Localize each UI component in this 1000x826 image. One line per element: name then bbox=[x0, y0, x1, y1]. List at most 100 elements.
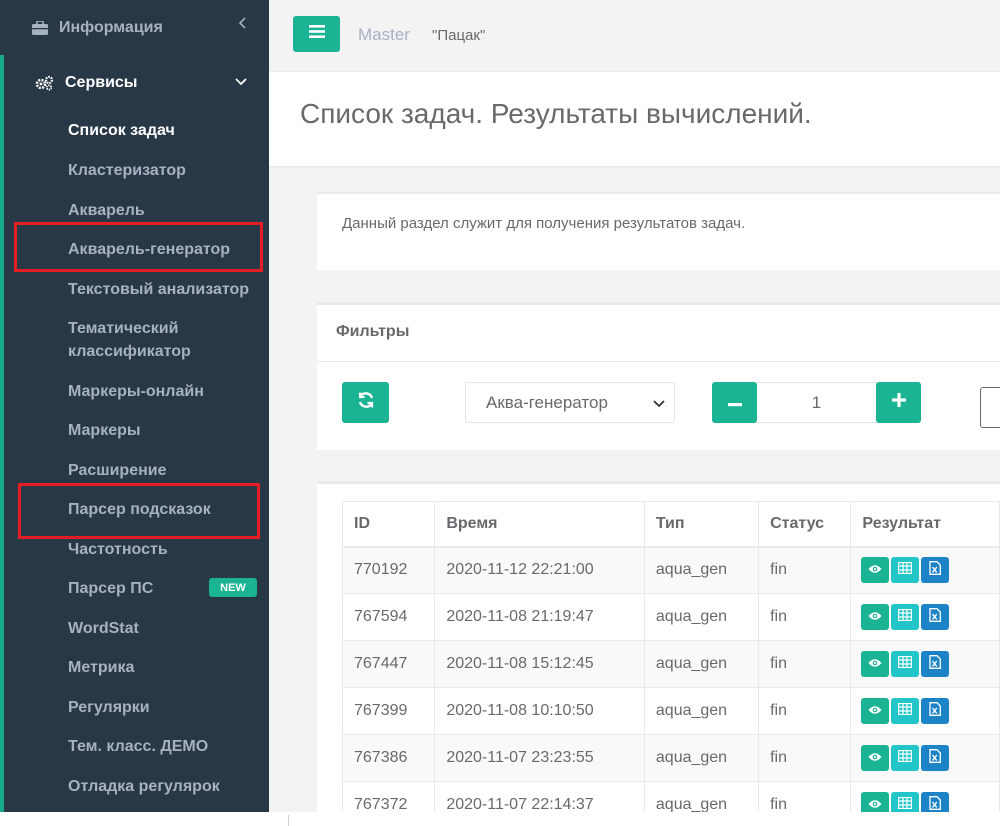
view-result-button[interactable] bbox=[861, 792, 890, 812]
view-result-button[interactable] bbox=[861, 651, 890, 677]
eye-icon bbox=[868, 796, 882, 812]
table-result-button[interactable] bbox=[891, 792, 920, 812]
sidebar-item-frequency[interactable]: Частотность bbox=[68, 538, 168, 561]
sidebar-item-metrika[interactable]: Метрика bbox=[68, 656, 134, 679]
sidebar-item-services[interactable]: Сервисы bbox=[4, 55, 269, 111]
user-label: "Пацак" bbox=[432, 27, 486, 44]
excel-download-button[interactable] bbox=[921, 745, 950, 771]
eye-icon bbox=[868, 608, 882, 626]
excel-download-button[interactable] bbox=[921, 557, 950, 584]
table-icon bbox=[898, 608, 913, 626]
cell-type: aqua_gen bbox=[643, 640, 760, 688]
refresh-button[interactable] bbox=[342, 382, 389, 423]
table-header-row: ID Время Тип Статус Результат bbox=[341, 501, 1000, 548]
page-heading: Список задач. Результаты вычислений. bbox=[269, 72, 1000, 167]
highlight-box-hints-parser bbox=[18, 483, 260, 539]
table-row: 767386 2020-11-07 23:23:55 aqua_gen fin bbox=[341, 734, 1000, 782]
sidebar-item-task-list[interactable]: Список задач bbox=[68, 119, 175, 142]
cell-status: fin bbox=[758, 781, 852, 812]
table-icon bbox=[898, 655, 913, 673]
cell-result bbox=[850, 781, 1000, 812]
hamburger-icon bbox=[308, 25, 325, 43]
eye-icon bbox=[868, 655, 882, 673]
cell-result bbox=[850, 734, 1000, 782]
cell-id: 770192 bbox=[341, 546, 436, 594]
excel-icon bbox=[929, 654, 942, 674]
sidebar-item-thematic-line1[interactable]: Тематический bbox=[68, 317, 178, 340]
cell-time: 2020-11-08 21:19:47 bbox=[434, 593, 645, 641]
chevron-down-icon bbox=[235, 73, 247, 91]
col-header-time: Время bbox=[434, 501, 645, 548]
sidebar-item-markers-online[interactable]: Маркеры-онлайн bbox=[68, 380, 204, 403]
count-input[interactable]: 1 bbox=[756, 382, 877, 423]
cell-type: aqua_gen bbox=[643, 687, 760, 735]
cell-time: 2020-11-12 22:21:00 bbox=[434, 546, 645, 594]
cell-type: aqua_gen bbox=[643, 734, 760, 782]
col-header-id: ID bbox=[341, 501, 436, 548]
decrement-button[interactable] bbox=[712, 382, 757, 423]
cell-time: 2020-11-08 15:12:45 bbox=[434, 640, 645, 688]
cell-result bbox=[850, 593, 1000, 641]
sidebar-item-regulars[interactable]: Регулярки bbox=[68, 696, 150, 719]
cell-result bbox=[850, 546, 1000, 594]
table-icon bbox=[898, 702, 913, 720]
view-result-button[interactable] bbox=[861, 604, 890, 630]
sidebar: Информация Сервисы Список задач Кластери… bbox=[0, 0, 269, 812]
sidebar-item-regex-debug[interactable]: Отладка регулярок bbox=[68, 775, 220, 798]
cell-result bbox=[850, 640, 1000, 688]
excel-download-button[interactable] bbox=[921, 698, 950, 724]
cell-time: 2020-11-07 23:23:55 bbox=[434, 734, 645, 782]
table-result-button[interactable] bbox=[891, 651, 920, 677]
cell-id: 767447 bbox=[341, 640, 436, 688]
sidebar-item-akvarel[interactable]: Акварель bbox=[68, 199, 145, 222]
plus-icon bbox=[891, 393, 906, 412]
cell-type: aqua_gen bbox=[643, 546, 760, 594]
sidebar-item-class-demo[interactable]: Тем. класс. ДЕМО bbox=[68, 735, 208, 758]
view-result-button[interactable] bbox=[861, 745, 890, 771]
excel-download-button[interactable] bbox=[921, 604, 950, 630]
sidebar-item-clusterizer[interactable]: Кластеризатор bbox=[68, 159, 186, 182]
sidebar-item-text-analyzer[interactable]: Текстовый анализатор bbox=[68, 278, 249, 301]
table-result-button[interactable] bbox=[891, 557, 920, 584]
table-icon bbox=[898, 796, 913, 812]
cell-result bbox=[850, 687, 1000, 735]
table-row: 767399 2020-11-08 10:10:50 aqua_gen fin bbox=[341, 687, 1000, 735]
master-label: Master bbox=[358, 25, 410, 44]
sidebar-services-label: Сервисы bbox=[65, 74, 138, 91]
filters-divider bbox=[317, 361, 1000, 362]
cell-status: fin bbox=[758, 593, 852, 641]
type-select[interactable]: Аква-генератор bbox=[465, 382, 675, 423]
excel-download-button[interactable] bbox=[921, 792, 950, 812]
increment-button[interactable] bbox=[876, 382, 921, 423]
cell-type: aqua_gen bbox=[643, 781, 760, 812]
new-badge: NEW bbox=[209, 578, 257, 597]
col-header-status: Статус bbox=[758, 501, 852, 548]
info-text: Данный раздел служит для получения резул… bbox=[342, 215, 746, 232]
sidebar-item-wordstat[interactable]: WordStat bbox=[68, 617, 139, 640]
sidebar-item-thematic-line2[interactable]: классификатор bbox=[68, 340, 191, 363]
extra-filter-input[interactable] bbox=[980, 387, 1000, 428]
sidebar-services-section: Сервисы Список задач Кластеризатор Аквар… bbox=[0, 55, 269, 812]
cell-status: fin bbox=[758, 640, 852, 688]
menu-toggle-button[interactable] bbox=[293, 16, 340, 52]
briefcase-icon bbox=[31, 20, 49, 36]
minus-icon bbox=[727, 394, 742, 412]
cell-status: fin bbox=[758, 687, 852, 735]
sidebar-item-info[interactable]: Информация bbox=[0, 0, 269, 55]
cogs-icon bbox=[35, 75, 55, 91]
table-result-button[interactable] bbox=[891, 745, 920, 771]
table-row: 770192 2020-11-12 22:21:00 aqua_gen fin bbox=[341, 546, 1000, 594]
excel-download-button[interactable] bbox=[921, 651, 950, 677]
filters-panel: Фильтры Аква-генератор 1 bbox=[317, 302, 1000, 450]
sidebar-item-extension[interactable]: Расширение bbox=[68, 459, 167, 482]
view-result-button[interactable] bbox=[861, 557, 890, 584]
sidebar-item-ps-parser[interactable]: Парсер ПС bbox=[68, 577, 153, 600]
bottom-divider bbox=[288, 815, 289, 826]
excel-icon bbox=[929, 748, 942, 768]
table-result-button[interactable] bbox=[891, 698, 920, 724]
sidebar-item-markers[interactable]: Маркеры bbox=[68, 419, 141, 442]
info-panel: Данный раздел служит для получения резул… bbox=[317, 192, 1000, 270]
eye-icon bbox=[868, 561, 882, 579]
view-result-button[interactable] bbox=[861, 698, 890, 724]
table-result-button[interactable] bbox=[891, 604, 920, 630]
